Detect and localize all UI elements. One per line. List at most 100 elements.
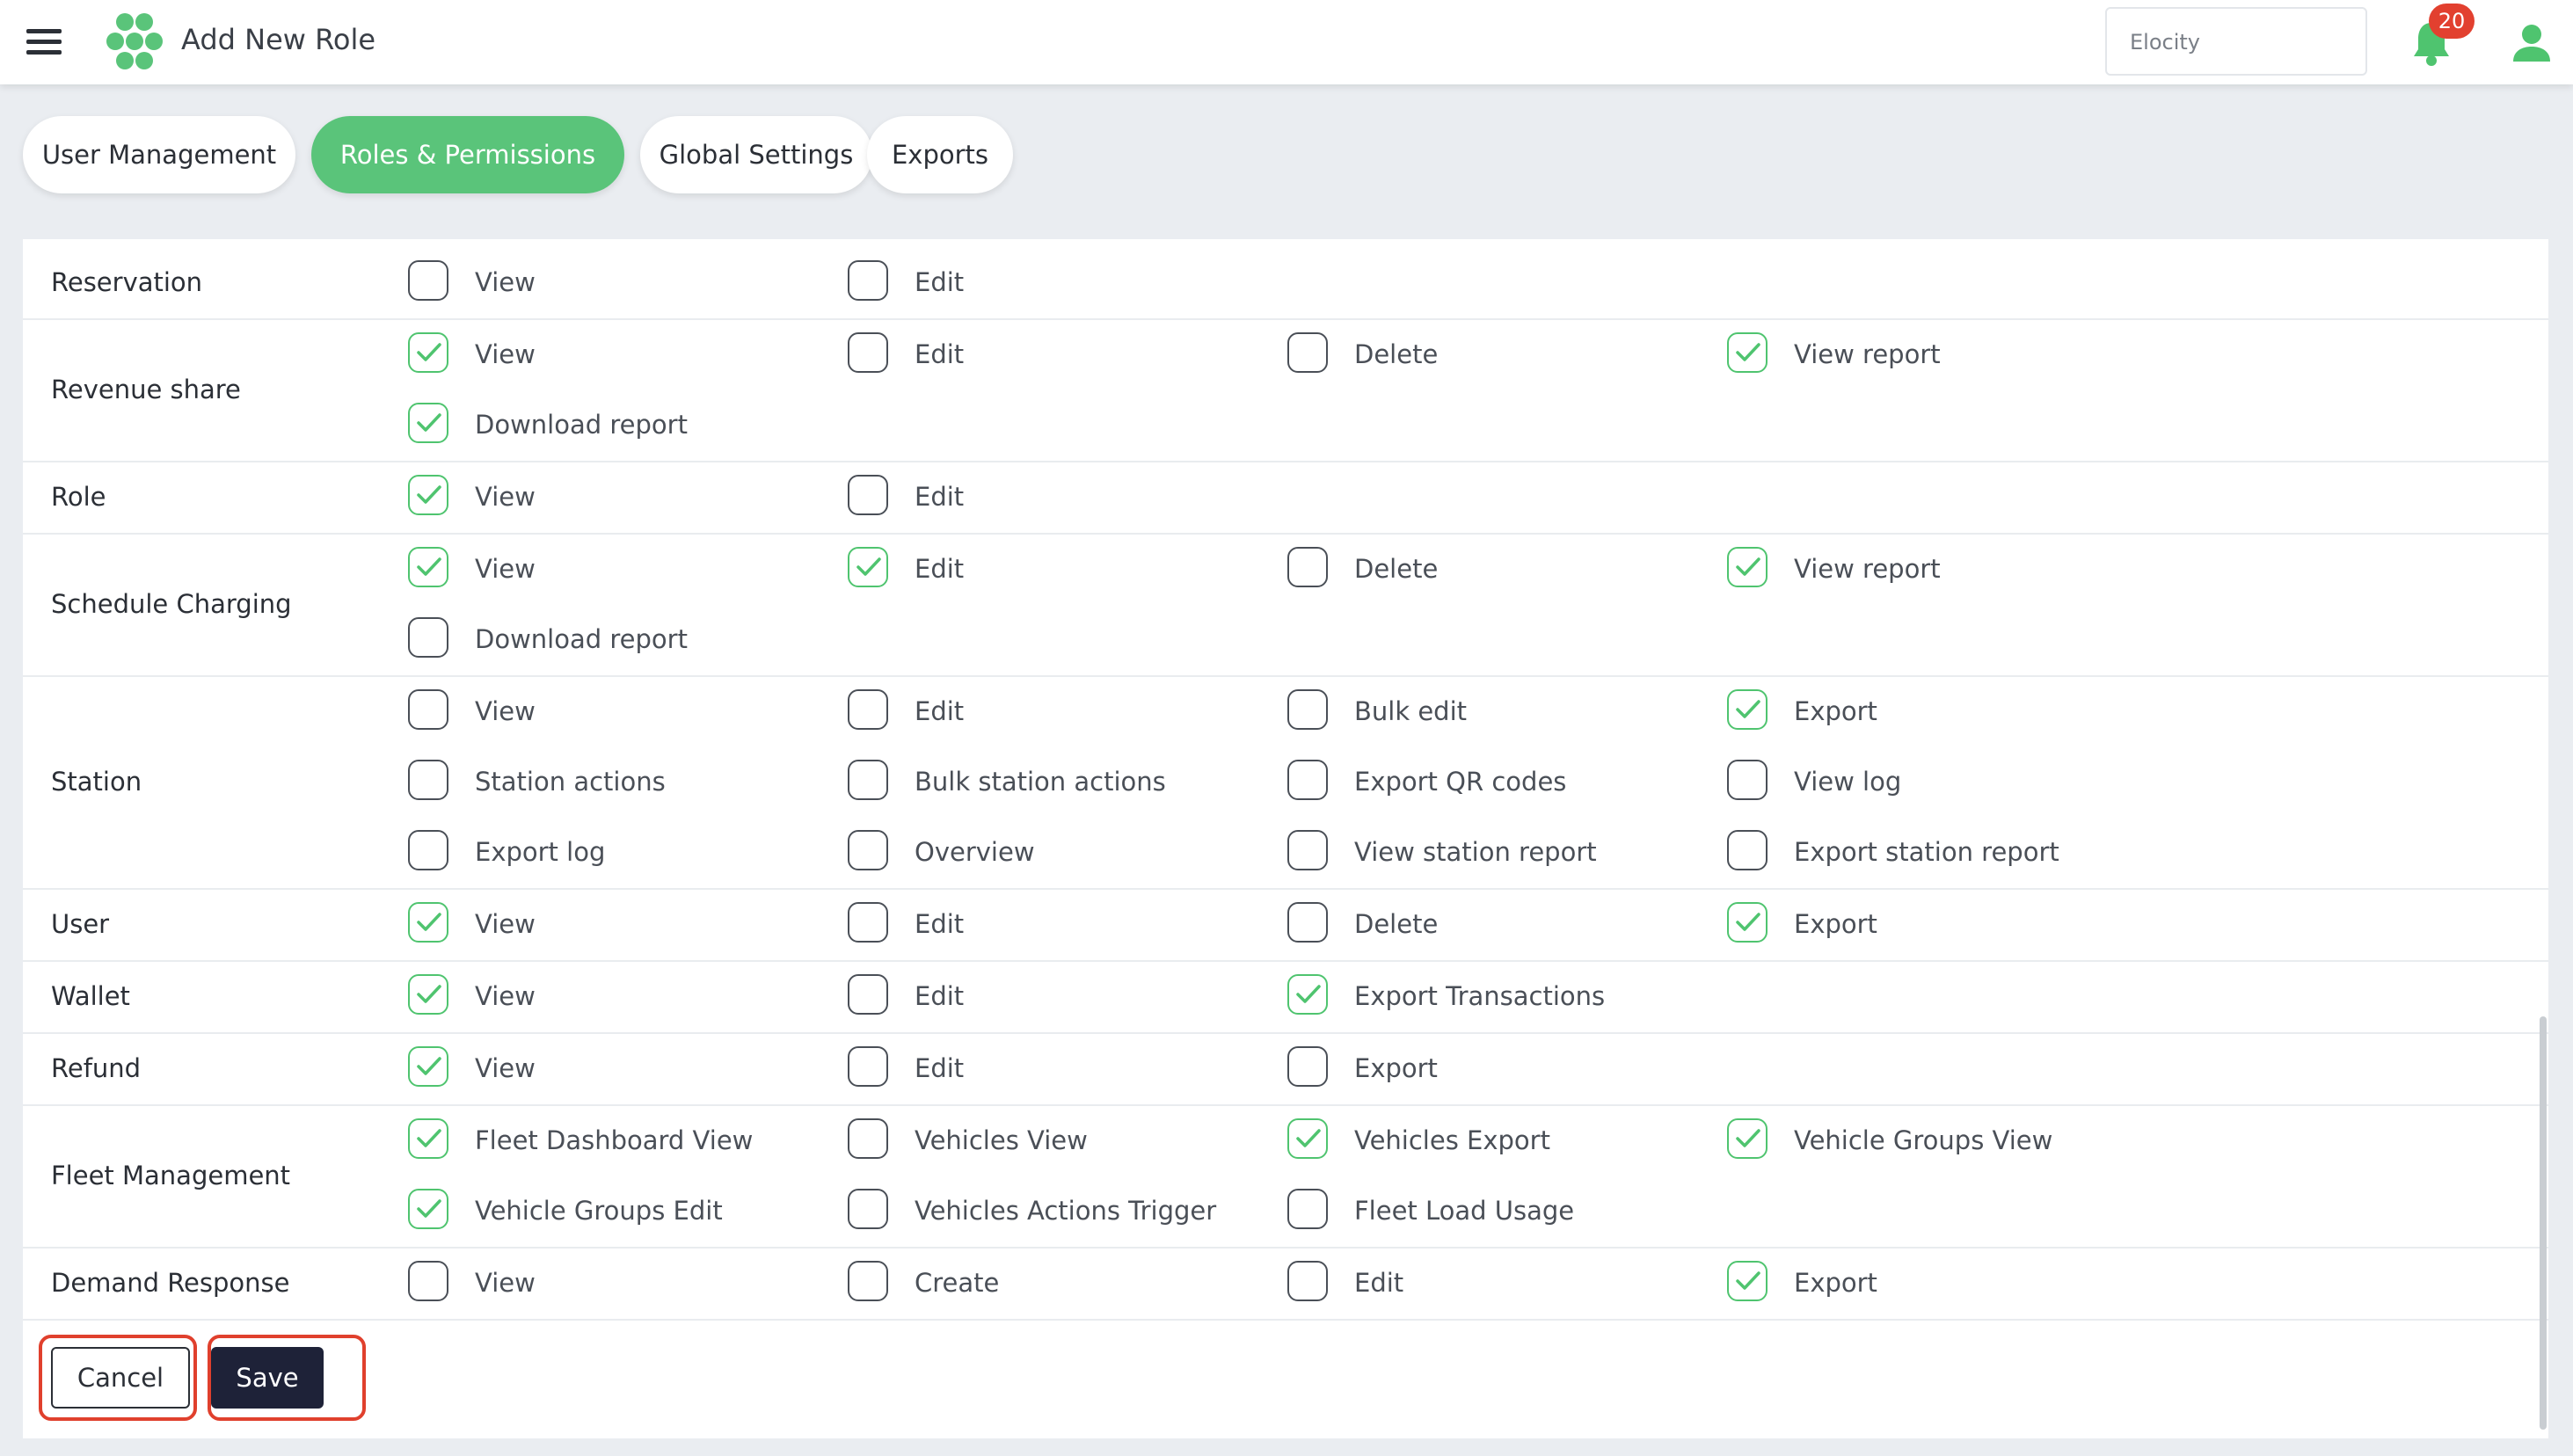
organization-select[interactable]: Elocity <box>2105 7 2367 76</box>
checkbox-unchecked[interactable] <box>408 1261 448 1301</box>
permission-label: Edit <box>915 482 965 512</box>
permission-row-fleet-management: Fleet Management Fleet Dashboard View Vehi… <box>23 1104 2548 1249</box>
permission-label: Edit <box>915 981 965 1011</box>
save-button[interactable]: Save <box>211 1347 324 1409</box>
checkmark-icon <box>417 913 441 931</box>
checkbox-unchecked[interactable] <box>848 1261 888 1301</box>
checkbox-unchecked[interactable] <box>1287 830 1328 870</box>
checkbox-unchecked[interactable] <box>1287 689 1328 730</box>
checkmark-icon <box>1736 557 1760 576</box>
checkbox-checked[interactable] <box>1727 689 1768 730</box>
checkbox-unchecked[interactable] <box>1287 332 1328 373</box>
checkbox-unchecked[interactable] <box>1287 760 1328 800</box>
permission-label: Export station report <box>1794 837 2059 867</box>
notification-badge: 20 <box>2429 4 2475 39</box>
checkbox-unchecked[interactable] <box>1287 547 1328 587</box>
checkmark-icon <box>1296 985 1321 1003</box>
checkbox-unchecked[interactable] <box>408 260 448 301</box>
checkbox-unchecked[interactable] <box>848 974 888 1015</box>
checkbox-unchecked[interactable] <box>408 830 448 870</box>
permission-label: Vehicles Actions Trigger <box>915 1196 1217 1226</box>
checkbox-checked[interactable] <box>408 974 448 1015</box>
checkbox-checked[interactable] <box>408 902 448 943</box>
checkmark-icon <box>1736 1129 1760 1147</box>
permission-label: Edit <box>915 696 965 726</box>
checkbox-checked[interactable] <box>1727 332 1768 373</box>
checkbox-unchecked[interactable] <box>848 902 888 943</box>
permission-label: Vehicles View <box>915 1125 1088 1155</box>
checkbox-checked[interactable] <box>1727 1118 1768 1159</box>
permission-label: View log <box>1794 767 1902 797</box>
permission-module-label: Wallet <box>51 981 130 1011</box>
panel-scrollbar[interactable] <box>2540 1016 2547 1430</box>
checkbox-checked[interactable] <box>848 547 888 587</box>
permission-label: Export Transactions <box>1354 981 1606 1011</box>
permission-row-revenue-share: Revenue share View Edit Delete View report Do… <box>23 318 2548 462</box>
checkbox-checked[interactable] <box>1287 1118 1328 1159</box>
permission-label: Create <box>915 1268 1000 1298</box>
checkbox-checked[interactable] <box>408 1189 448 1229</box>
tab-exports[interactable]: Exports <box>867 116 1013 193</box>
permission-row-reservation: Reservation View Edit <box>23 246 2548 320</box>
checkbox-unchecked[interactable] <box>848 332 888 373</box>
permission-label: Export log <box>475 837 606 867</box>
checkbox-checked[interactable] <box>408 403 448 443</box>
checkbox-unchecked[interactable] <box>848 1189 888 1229</box>
permission-row-refund: Refund View Edit Export <box>23 1032 2548 1106</box>
hamburger-menu-icon[interactable] <box>26 29 62 55</box>
checkbox-checked[interactable] <box>408 547 448 587</box>
checkbox-unchecked[interactable] <box>1287 1189 1328 1229</box>
permission-label: Edit <box>915 339 965 369</box>
permission-module-label: User <box>51 909 110 939</box>
permission-label: View <box>475 1268 536 1298</box>
checkbox-unchecked[interactable] <box>1287 1261 1328 1301</box>
permission-label: View <box>475 981 536 1011</box>
checkbox-unchecked[interactable] <box>408 760 448 800</box>
user-icon[interactable] <box>2511 23 2552 63</box>
permission-label: View station report <box>1354 837 1597 867</box>
permission-module-label: Reservation <box>51 267 203 297</box>
permission-label: View <box>475 339 536 369</box>
permission-module-label: Refund <box>51 1053 142 1083</box>
checkbox-checked[interactable] <box>408 475 448 515</box>
permission-module-label: Schedule Charging <box>51 589 292 619</box>
checkbox-checked[interactable] <box>1287 974 1328 1015</box>
tab-global-settings[interactable]: Global Settings <box>640 116 872 193</box>
tab-roles-permissions[interactable]: Roles & Permissions <box>311 116 624 193</box>
checkbox-unchecked[interactable] <box>1287 1046 1328 1087</box>
permission-label: Edit <box>1354 1268 1404 1298</box>
checkbox-checked[interactable] <box>408 1118 448 1159</box>
permission-label: View <box>475 696 536 726</box>
checkbox-unchecked[interactable] <box>848 1118 888 1159</box>
checkmark-icon <box>417 485 441 504</box>
permission-label: Edit <box>915 909 965 939</box>
checkbox-unchecked[interactable] <box>848 830 888 870</box>
checkbox-checked[interactable] <box>1727 902 1768 943</box>
permission-label: Fleet Dashboard View <box>475 1125 754 1155</box>
cancel-button[interactable]: Cancel <box>51 1347 190 1409</box>
checkbox-unchecked[interactable] <box>848 475 888 515</box>
permission-label: Delete <box>1354 339 1439 369</box>
checkbox-unchecked[interactable] <box>848 260 888 301</box>
permission-row-schedule-charging: Schedule Charging View Edit Delete View repo… <box>23 533 2548 677</box>
checkbox-checked[interactable] <box>408 332 448 373</box>
permission-module-label: Role <box>51 482 106 512</box>
checkbox-unchecked[interactable] <box>848 1046 888 1087</box>
top-bar: Add New Role Elocity 20 <box>0 0 2573 84</box>
checkbox-unchecked[interactable] <box>408 689 448 730</box>
checkbox-checked[interactable] <box>1727 1261 1768 1301</box>
checkbox-unchecked[interactable] <box>408 617 448 658</box>
checkbox-unchecked[interactable] <box>848 689 888 730</box>
permission-label: Export <box>1794 1268 1877 1298</box>
permission-label: View report <box>1794 339 1941 369</box>
tab-user-management[interactable]: User Management <box>23 116 295 193</box>
checkbox-checked[interactable] <box>408 1046 448 1087</box>
checkbox-unchecked[interactable] <box>848 760 888 800</box>
checkbox-unchecked[interactable] <box>1727 760 1768 800</box>
checkmark-icon <box>1736 343 1760 361</box>
checkbox-checked[interactable] <box>1727 547 1768 587</box>
checkbox-unchecked[interactable] <box>1727 830 1768 870</box>
checkbox-unchecked[interactable] <box>1287 902 1328 943</box>
checkmark-icon <box>417 413 441 432</box>
permission-label: Download report <box>475 410 688 440</box>
